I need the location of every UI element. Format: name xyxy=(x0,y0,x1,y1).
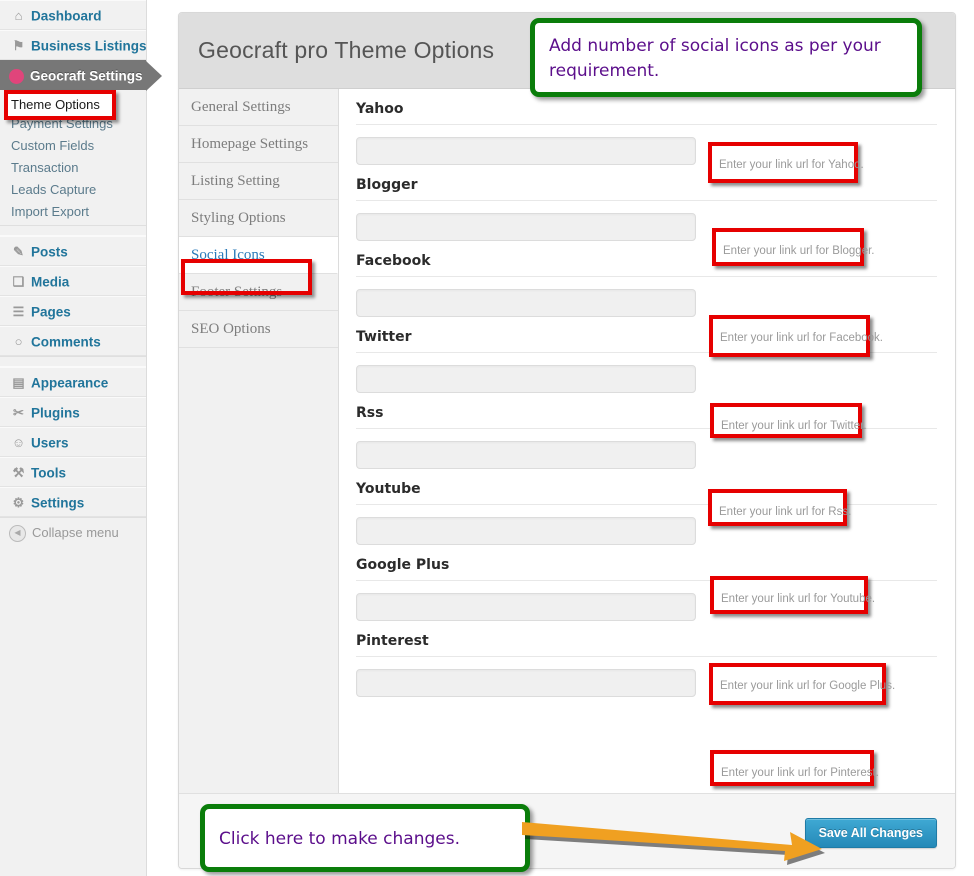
youtube-url-input[interactable] xyxy=(356,517,696,545)
highlight-theme-options: Theme Options xyxy=(4,90,116,120)
rss-url-input[interactable] xyxy=(356,441,696,469)
appearance-icon: ▤ xyxy=(12,375,25,391)
sidebar-item-label: Tools xyxy=(31,465,66,481)
collapse-arrow-icon: ◀ xyxy=(9,525,26,543)
theme-options-panel: Geocraft pro Theme Options General Setti… xyxy=(178,12,956,869)
tools-icon: ⚒ xyxy=(12,465,25,481)
hint-text: Enter your link url for Rss. xyxy=(719,506,852,518)
sidebar-item-label: Geocraft Settings xyxy=(30,68,143,84)
hint-box-rss: Enter your link url for Rss. xyxy=(708,489,851,526)
hint-text: Enter your link url for Google Plus. xyxy=(720,680,896,692)
sidebar-item-plugins[interactable]: ✂ Plugins xyxy=(0,397,146,427)
pinterest-url-input[interactable] xyxy=(356,669,696,697)
hint-text: Enter your link url for Blogger. xyxy=(723,245,875,257)
hint-box-twitter: Enter your link url for Twitter. xyxy=(710,403,867,438)
sidebar-item-dashboard[interactable]: ⌂ Dashboard xyxy=(0,0,146,30)
sidebar-item-business-listings[interactable]: ⚑ Business Listings xyxy=(0,30,147,60)
sidebar-item-label: Media xyxy=(31,274,70,290)
hint-text: Enter your link url for Yahoo. xyxy=(719,159,864,171)
tab-homepage-settings[interactable]: Homepage Settings xyxy=(179,126,338,163)
sidebar-item-label: Settings xyxy=(31,495,85,511)
facebook-url-input[interactable] xyxy=(356,289,696,317)
sidebar-item-posts[interactable]: ✎ Posts xyxy=(0,236,146,266)
tab-footer-settings[interactable]: Footer Settings xyxy=(179,274,338,311)
hint-text: Enter your link url for Youtube. xyxy=(721,593,876,605)
sidebar-item-label: Comments xyxy=(31,334,101,350)
hint-box-pinterest: Enter your link url for Pinterest. xyxy=(710,750,879,786)
sidebar-item-users[interactable]: ☺ Users xyxy=(0,427,146,457)
tab-general-settings[interactable]: General Settings xyxy=(179,89,338,126)
sidebar-item-geocraft-settings[interactable]: Geocraft Settings xyxy=(0,60,162,91)
tab-seo-options[interactable]: SEO Options xyxy=(179,311,338,348)
blogger-url-input[interactable] xyxy=(356,213,696,241)
collapse-menu-label: Collapse menu xyxy=(32,525,119,540)
business-listings-icon: ⚑ xyxy=(12,38,25,54)
hint-text: Enter your link url for Facebook. xyxy=(720,332,883,344)
field-label: Pinterest xyxy=(356,633,429,649)
hint-box-google-plus: Enter your link url for Google Plus. xyxy=(709,663,895,705)
field-label: Yahoo xyxy=(356,101,404,117)
admin-sidebar: ⌂ Dashboard ⚑ Business Listings Geocraft S… xyxy=(0,0,162,876)
highlight-theme-options-label: Theme Options xyxy=(11,97,100,112)
sidebar-item-settings[interactable]: ⚙ Settings xyxy=(0,487,146,517)
users-icon: ☺ xyxy=(11,435,26,451)
collapse-menu-button[interactable]: ◀ Collapse menu xyxy=(0,517,146,547)
tab-column: General Settings Homepage Settings Listi… xyxy=(179,89,339,793)
hint-text: Enter your link url for Pinterest. xyxy=(721,767,879,779)
sidebar-item-label: Business Listings xyxy=(31,38,147,54)
sidebar-item-label: Plugins xyxy=(31,405,80,421)
divider xyxy=(356,656,937,657)
google-plus-url-input[interactable] xyxy=(356,593,696,621)
annotation-arrow-icon xyxy=(522,822,825,865)
comments-icon: ○ xyxy=(14,334,23,350)
sidebar-item-tools[interactable]: ⚒ Tools xyxy=(0,457,146,487)
hint-box-youtube: Enter your link url for Youtube. xyxy=(710,576,875,614)
field-label: Youtube xyxy=(356,481,421,497)
hint-text: Enter your link url for Twitter. xyxy=(721,420,867,432)
submenu-item-transaction[interactable]: Transaction xyxy=(0,157,146,179)
yahoo-url-input[interactable] xyxy=(356,137,696,165)
tab-listing-setting[interactable]: Listing Setting xyxy=(179,163,338,200)
sidebar-item-label: Posts xyxy=(31,244,68,260)
media-icon: ❑ xyxy=(12,274,25,290)
geocraft-icon xyxy=(9,68,24,84)
tab-social-icons[interactable]: Social Icons xyxy=(179,237,338,274)
submenu-item-custom-fields[interactable]: Custom Fields xyxy=(0,135,146,157)
field-label: Google Plus xyxy=(356,557,450,573)
sidebar-item-label: Appearance xyxy=(31,375,109,391)
sidebar-item-pages[interactable]: ☰ Pages xyxy=(0,296,146,326)
sidebar-item-comments[interactable]: ○ Comments xyxy=(0,326,146,356)
tab-styling-options[interactable]: Styling Options xyxy=(179,200,338,237)
pin-icon: ✎ xyxy=(13,244,24,260)
pages-icon: ☰ xyxy=(12,304,25,320)
plugins-icon: ✂ xyxy=(13,405,24,421)
sidebar-item-label: Dashboard xyxy=(31,8,102,24)
twitter-url-input[interactable] xyxy=(356,365,696,393)
sidebar-item-appearance[interactable]: ▤ Appearance xyxy=(0,367,146,397)
submenu-item-leads-capture[interactable]: Leads Capture xyxy=(0,179,146,201)
callout-add-social-icons: Add number of social icons as per your r… xyxy=(530,18,922,97)
sidebar-item-label: Pages xyxy=(31,304,71,320)
callout-click-here: Click here to make changes. xyxy=(200,804,530,872)
sidebar-divider xyxy=(0,356,146,367)
submenu-item-import-export[interactable]: Import Export xyxy=(0,201,146,223)
dashboard-icon: ⌂ xyxy=(14,8,23,24)
hint-box-blogger: Enter your link url for Blogger. xyxy=(712,228,875,266)
sidebar-item-label: Users xyxy=(31,435,69,451)
hint-box-yahoo: Enter your link url for Yahoo. xyxy=(708,142,864,183)
divider xyxy=(356,124,937,125)
hint-box-facebook: Enter your link url for Facebook. xyxy=(709,315,883,357)
divider xyxy=(356,276,937,277)
sidebar-item-media[interactable]: ❑ Media xyxy=(0,266,146,296)
sidebar-divider xyxy=(0,225,146,236)
divider xyxy=(356,200,937,201)
settings-icon: ⚙ xyxy=(12,495,25,511)
